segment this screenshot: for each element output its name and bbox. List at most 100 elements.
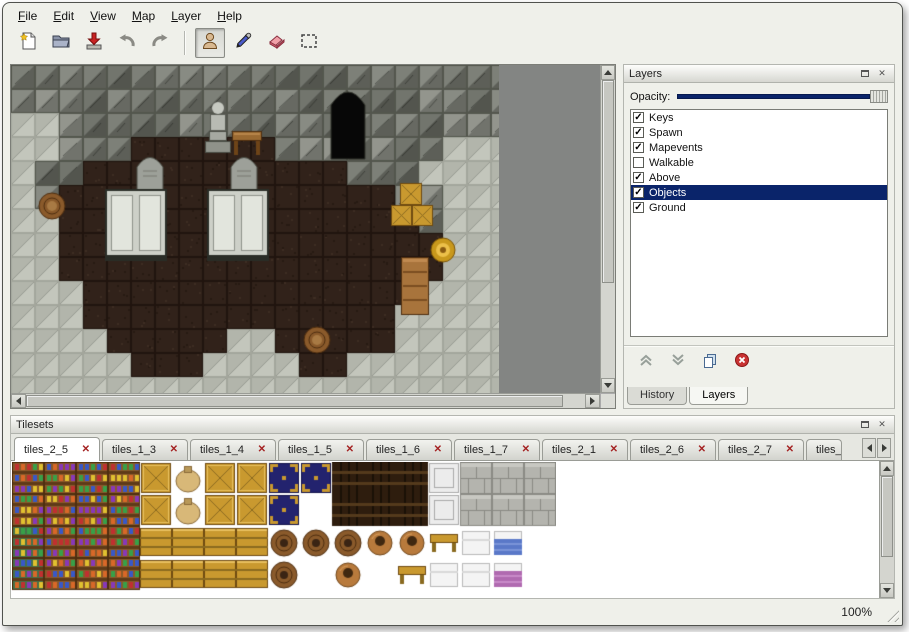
- tool-paint[interactable]: [228, 28, 258, 58]
- scroll-up-button[interactable]: [601, 65, 615, 80]
- layer-visibility-checkbox[interactable]: ✓: [633, 127, 644, 138]
- tileset-tab[interactable]: tiles_2_5✕: [14, 437, 100, 461]
- chevron-down-icon: [670, 352, 686, 373]
- tool-redo[interactable]: [145, 28, 175, 58]
- tileset-tab[interactable]: tiles_2_1✕: [542, 439, 628, 460]
- check-icon: ✓: [634, 203, 642, 213]
- check-icon: ✓: [634, 113, 642, 123]
- close-dock-button[interactable]: ✕: [875, 67, 889, 80]
- tool-erase[interactable]: [261, 28, 291, 58]
- tileset-tab[interactable]: tiles_1_4 ✕: [190, 439, 276, 460]
- new-file-icon: [18, 31, 38, 56]
- tileset-tab[interactable]: tiles_1_5✕: [278, 439, 364, 460]
- map-vertical-scrollbar: [600, 65, 615, 393]
- layer-visibility-checkbox[interactable]: ✓: [633, 157, 644, 168]
- duplicate-layer-button[interactable]: [700, 352, 720, 372]
- tab-close-icon[interactable]: ✕: [698, 445, 706, 455]
- opacity-label: Opacity:: [630, 91, 670, 103]
- tab-close-icon[interactable]: ✕: [522, 445, 530, 455]
- layer-row-spawn[interactable]: ✓ Spawn: [631, 125, 887, 140]
- close-icon: ✕: [878, 420, 886, 429]
- tool-new[interactable]: [13, 28, 43, 58]
- menu-edit[interactable]: Edit: [46, 7, 81, 25]
- tileset-tab-label: tiles_2_6: [640, 444, 684, 456]
- eraser-icon: [266, 31, 286, 56]
- layer-row-keys[interactable]: ✓ Keys: [631, 110, 887, 125]
- tileset-tabbar: tiles_2_5✕ tiles_1_3✕ tiles_1_4 ✕ tiles_1…: [11, 434, 894, 461]
- tool-save[interactable]: [79, 28, 109, 58]
- float-dock-button[interactable]: [858, 67, 872, 80]
- layer-row-walkable[interactable]: ✓ Walkable: [631, 155, 887, 170]
- paintbrush-icon: [233, 31, 253, 56]
- close-icon: ✕: [878, 69, 886, 78]
- tool-open[interactable]: [46, 28, 76, 58]
- tab-close-icon[interactable]: ✕: [258, 445, 266, 455]
- scroll-up-button[interactable]: [880, 461, 894, 476]
- tab-scroll-right-button[interactable]: [877, 438, 891, 458]
- tilesets-dock-titlebar: Tilesets ✕: [11, 416, 894, 434]
- tileset-tab[interactable]: tiles_1_7✕: [454, 439, 540, 460]
- tileset-tab-label: tiles_: [816, 444, 842, 456]
- tileset-tab[interactable]: tiles_2_6 ✕: [630, 439, 716, 460]
- tileset-tab[interactable]: tiles_1_3✕: [102, 439, 188, 460]
- scrollbar-thumb[interactable]: [881, 476, 893, 557]
- check-icon: ✓: [634, 143, 642, 153]
- tileset-tab[interactable]: tiles_2_7 ✕: [718, 439, 804, 460]
- tab-scroll-buttons: [862, 438, 891, 458]
- menu-help[interactable]: Help: [210, 7, 249, 25]
- close-dock-button[interactable]: ✕: [875, 418, 889, 431]
- menu-map[interactable]: Map: [125, 7, 162, 25]
- tab-close-icon[interactable]: ✕: [610, 445, 618, 455]
- save-icon: [84, 31, 104, 56]
- scroll-down-button[interactable]: [601, 378, 615, 393]
- layer-row-above[interactable]: ✓ Above: [631, 170, 887, 185]
- layer-visibility-checkbox[interactable]: ✓: [633, 112, 644, 123]
- check-icon: ✓: [634, 188, 642, 198]
- tab-close-icon[interactable]: ✕: [170, 445, 178, 455]
- layer-visibility-checkbox[interactable]: ✓: [633, 172, 644, 183]
- scrollbar-thumb[interactable]: [26, 395, 563, 407]
- menu-view[interactable]: View: [83, 7, 123, 25]
- float-icon: [861, 70, 869, 77]
- scroll-down-button[interactable]: [880, 583, 894, 598]
- tab-close-icon[interactable]: ✕: [434, 445, 442, 455]
- float-dock-button[interactable]: [858, 418, 872, 431]
- opacity-slider[interactable]: [677, 89, 888, 104]
- slider-handle[interactable]: [870, 90, 888, 103]
- scroll-left-button[interactable]: [11, 394, 26, 408]
- layer-row-objects[interactable]: ✓ Objects: [631, 185, 887, 200]
- tab-close-icon[interactable]: ✕: [786, 445, 794, 455]
- lower-layer-button[interactable]: [668, 352, 688, 372]
- tileset-tab-label: tiles_1_6: [376, 444, 420, 456]
- tileset-tab-label: tiles_1_4: [200, 444, 244, 456]
- raise-layer-button[interactable]: [636, 352, 656, 372]
- layer-visibility-checkbox[interactable]: ✓: [633, 202, 644, 213]
- tileset-tab-label: tiles_2_7: [728, 444, 772, 456]
- tab-history[interactable]: History: [627, 387, 687, 405]
- zoom-level: 100%: [841, 605, 872, 619]
- tileset-tab[interactable]: tiles_1_6 ✕: [366, 439, 452, 460]
- menu-file[interactable]: File: [11, 7, 44, 25]
- tool-place-object[interactable]: [195, 28, 225, 58]
- tileset-vertical-scrollbar: [879, 461, 894, 598]
- map-canvas[interactable]: [11, 65, 499, 395]
- map-viewport: [10, 64, 616, 409]
- tab-scroll-left-button[interactable]: [862, 438, 876, 458]
- tool-select[interactable]: [294, 28, 324, 58]
- tileset-tab[interactable]: tiles_: [806, 439, 842, 460]
- resize-grip[interactable]: [884, 607, 899, 622]
- tab-close-icon[interactable]: ✕: [346, 445, 354, 455]
- scroll-right-button[interactable]: [585, 394, 600, 408]
- delete-layer-button[interactable]: [732, 352, 752, 372]
- scrollbar-corner: [600, 393, 615, 408]
- layer-visibility-checkbox[interactable]: ✓: [633, 187, 644, 198]
- layer-visibility-checkbox[interactable]: ✓: [633, 142, 644, 153]
- layer-row-mapevents[interactable]: ✓ Mapevents: [631, 140, 887, 155]
- tileset-canvas[interactable]: [12, 462, 556, 592]
- layer-row-ground[interactable]: ✓ Ground: [631, 200, 887, 215]
- menu-layer[interactable]: Layer: [164, 7, 208, 25]
- tab-close-icon[interactable]: ✕: [82, 445, 90, 455]
- scrollbar-thumb[interactable]: [602, 80, 614, 283]
- tool-undo[interactable]: [112, 28, 142, 58]
- tab-layers[interactable]: Layers: [689, 387, 748, 405]
